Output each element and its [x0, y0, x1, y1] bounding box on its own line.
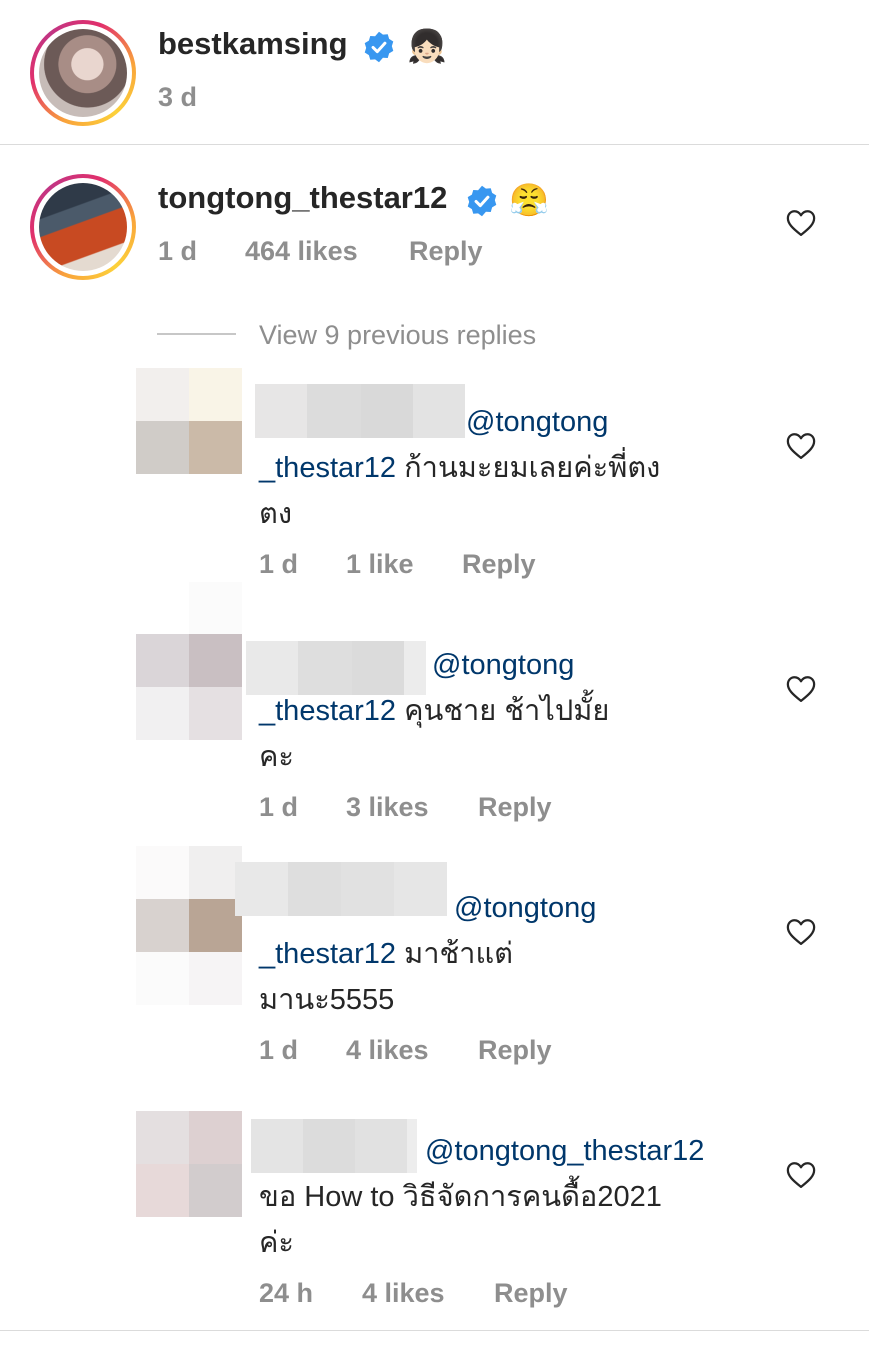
- post-time: 3 d: [158, 82, 198, 112]
- reply-username-blurred[interactable]: [235, 862, 447, 916]
- reply-text: ก้านมะยมเลยค่ะพี่ตง: [396, 452, 661, 484]
- reply-time: 24 h: [259, 1278, 314, 1308]
- comment-time: 1 d: [158, 236, 198, 266]
- reply-mention-continued[interactable]: _thestar12: [259, 452, 396, 484]
- reply-text-line: ขอ How to วิธีจัดการคนดื้อ2021: [259, 1174, 662, 1220]
- post-author-emoji: 👧🏻: [407, 28, 447, 64]
- reply-avatar-blurred[interactable]: [136, 634, 242, 740]
- view-previous-replies-button[interactable]: View 9 previous replies: [259, 320, 536, 351]
- header-divider: [0, 144, 869, 145]
- reply-username-blurred[interactable]: [251, 1119, 417, 1173]
- reply-time: 1 d: [259, 792, 299, 822]
- reply-text-line2: คะ: [259, 741, 294, 773]
- reply-reply-button[interactable]: Reply: [478, 792, 552, 823]
- post-author-username[interactable]: bestkamsing: [158, 26, 348, 62]
- post-author-avatar[interactable]: [30, 20, 136, 126]
- reply-avatar-blurred[interactable]: [136, 846, 242, 1005]
- reply-mention-continued[interactable]: _thestar12: [259, 938, 396, 970]
- heart-outline-icon[interactable]: [786, 675, 816, 703]
- comment-likes[interactable]: 464 likes: [245, 236, 358, 267]
- heart-outline-icon[interactable]: [786, 432, 816, 460]
- verified-badge-icon: [467, 185, 497, 217]
- comment-author-avatar[interactable]: [30, 174, 136, 280]
- heart-outline-icon[interactable]: [786, 918, 816, 946]
- reply-time: 1 d: [259, 549, 299, 579]
- bottom-divider: [0, 1330, 869, 1331]
- reply-avatar-blurred[interactable]: [136, 368, 242, 474]
- heart-outline-icon[interactable]: [786, 209, 816, 237]
- reply-reply-button[interactable]: Reply: [462, 549, 536, 580]
- comment-author-emoji: 😤: [509, 182, 549, 218]
- reply-likes[interactable]: 4 likes: [362, 1278, 445, 1309]
- reply-username-blurred[interactable]: [255, 384, 465, 438]
- view-replies-line: [157, 333, 236, 335]
- reply-mention-continued[interactable]: _thestar12: [259, 695, 396, 727]
- blur-artifact: [189, 582, 242, 634]
- comment-reply-button[interactable]: Reply: [409, 236, 483, 267]
- reply-text-line2: ค่ะ: [259, 1227, 294, 1259]
- heart-outline-icon[interactable]: [786, 1161, 816, 1189]
- reply-text-line2: มานะ5555: [259, 984, 395, 1016]
- reply-text-line: _thestar12 ก้านมะยมเลยค่ะพี่ตง: [259, 445, 660, 491]
- reply-time: 1 d: [259, 1035, 299, 1065]
- reply-mention[interactable]: @tongtong: [454, 885, 596, 931]
- reply-text: คุนชาย ช้าไปมั้ย: [396, 695, 610, 727]
- reply-mention[interactable]: @tongtong: [432, 642, 574, 688]
- reply-likes[interactable]: 1 like: [346, 549, 414, 580]
- reply-text-line2: ตง: [259, 498, 292, 530]
- reply-likes[interactable]: 3 likes: [346, 792, 429, 823]
- reply-text-line: _thestar12 คุนชาย ช้าไปมั้ย: [259, 688, 609, 734]
- verified-badge-icon: [364, 31, 394, 63]
- reply-reply-button[interactable]: Reply: [494, 1278, 568, 1309]
- reply-mention[interactable]: @tongtong_thestar12: [425, 1128, 704, 1174]
- reply-avatar-blurred[interactable]: [136, 1111, 242, 1217]
- reply-text: มาช้าแต่: [396, 938, 513, 970]
- reply-reply-button[interactable]: Reply: [478, 1035, 552, 1066]
- reply-username-blurred[interactable]: [246, 641, 426, 695]
- reply-text-line: _thestar12 มาช้าแต่: [259, 931, 513, 977]
- reply-mention[interactable]: @tongtong: [466, 399, 608, 445]
- comment-author-username[interactable]: tongtong_thestar12: [158, 180, 447, 216]
- reply-text: ขอ How to วิธีจัดการคนดื้อ2021: [259, 1181, 662, 1213]
- reply-likes[interactable]: 4 likes: [346, 1035, 429, 1066]
